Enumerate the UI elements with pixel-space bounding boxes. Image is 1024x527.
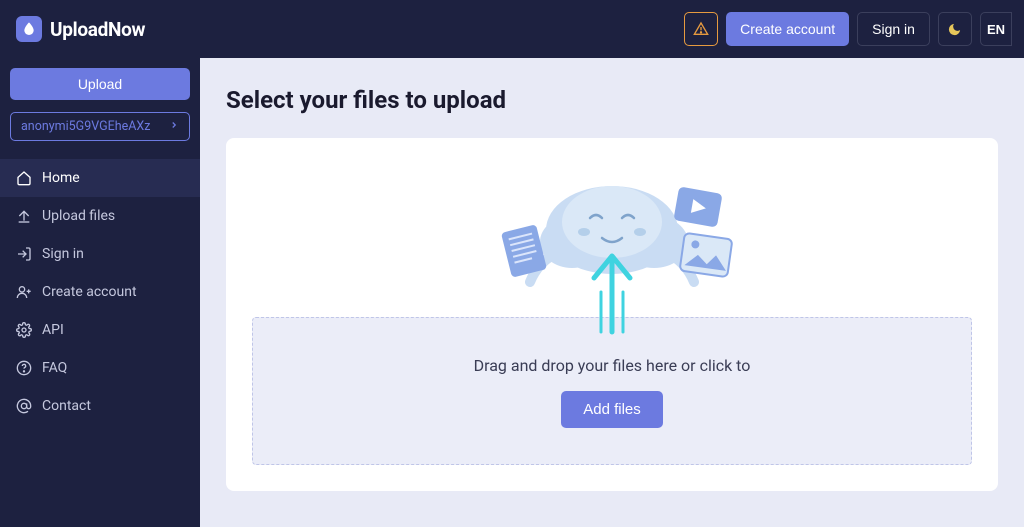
chevron-right-icon — [169, 119, 179, 134]
nav-list: Home Upload files Sign in Create account… — [0, 159, 200, 425]
add-files-button[interactable]: Add files — [561, 391, 663, 428]
theme-toggle-button[interactable] — [938, 12, 972, 46]
nav-item-contact[interactable]: Contact — [0, 387, 200, 425]
user-plus-icon — [16, 284, 32, 300]
nav-label: API — [42, 322, 64, 338]
anon-id-label: anonymi5G9VGEheAXz — [21, 119, 150, 134]
upload-button[interactable]: Upload — [10, 68, 190, 100]
upload-panel: Drag and drop your files here or click t… — [226, 138, 998, 491]
logo-text: UploadNow — [50, 18, 145, 41]
nav-label: Create account — [42, 284, 137, 300]
logo[interactable]: UploadNow — [12, 16, 145, 42]
dropzone-text: Drag and drop your files here or click t… — [273, 356, 951, 375]
warning-icon — [693, 21, 709, 37]
gear-icon — [16, 322, 32, 338]
nav-item-home[interactable]: Home — [0, 159, 200, 197]
nav-item-upload-files[interactable]: Upload files — [0, 197, 200, 235]
nav-item-create-account[interactable]: Create account — [0, 273, 200, 311]
nav-label: Upload files — [42, 208, 115, 224]
page-title: Select your files to upload — [226, 86, 998, 114]
nav-item-api[interactable]: API — [0, 311, 200, 349]
nav-item-faq[interactable]: FAQ — [0, 349, 200, 387]
main-layout: Upload anonymi5G9VGEheAXz Home Upload fi… — [0, 58, 1024, 527]
nav-item-sign-in[interactable]: Sign in — [0, 235, 200, 273]
content: Select your files to upload — [200, 58, 1024, 527]
sidebar: Upload anonymi5G9VGEheAXz Home Upload fi… — [0, 58, 200, 527]
nav-label: Home — [42, 170, 80, 186]
nav-label: FAQ — [42, 360, 67, 376]
language-button[interactable]: EN — [980, 12, 1012, 46]
nav-label: Contact — [42, 398, 91, 414]
home-icon — [16, 170, 32, 186]
moon-icon — [947, 22, 962, 37]
upload-icon — [16, 208, 32, 224]
header: UploadNow Create account Sign in EN — [0, 0, 1024, 58]
help-icon — [16, 360, 32, 376]
header-actions: Create account Sign in EN — [684, 12, 1012, 46]
logo-icon — [16, 16, 42, 42]
alert-button[interactable] — [684, 12, 718, 46]
signin-icon — [16, 246, 32, 262]
at-icon — [16, 398, 32, 414]
nav-label: Sign in — [42, 246, 84, 262]
anonymous-user-chip[interactable]: anonymi5G9VGEheAXz — [10, 112, 190, 141]
upload-illustration — [252, 152, 972, 317]
sign-in-button[interactable]: Sign in — [857, 12, 930, 46]
create-account-button[interactable]: Create account — [726, 12, 849, 46]
